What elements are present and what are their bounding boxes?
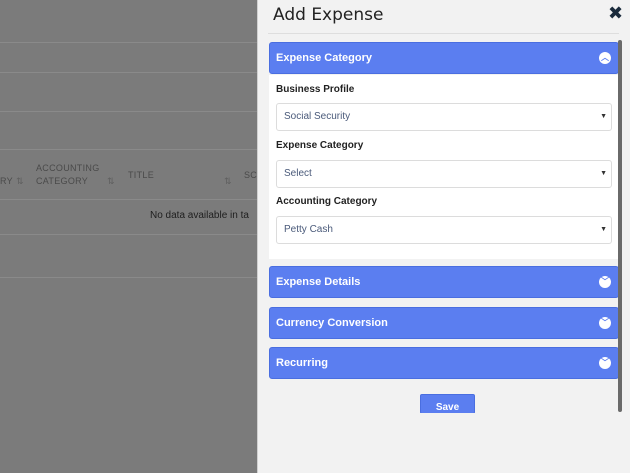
select-value: Social Security bbox=[284, 111, 351, 122]
divider bbox=[0, 111, 258, 112]
caret-down-icon: ▼ bbox=[600, 226, 607, 233]
business-profile-select[interactable]: Social Security ▼ bbox=[276, 103, 612, 131]
chevron-up-icon: ︿ bbox=[599, 52, 611, 64]
close-icon[interactable]: ✖ bbox=[608, 3, 623, 24]
section-label: Expense Category bbox=[276, 52, 372, 64]
divider bbox=[0, 149, 258, 150]
divider bbox=[0, 234, 258, 235]
divider bbox=[0, 199, 258, 200]
column-header-accounting-category[interactable]: ACCOUNTING CATEGORY bbox=[36, 162, 100, 188]
divider bbox=[0, 42, 258, 43]
select-value: Petty Cash bbox=[284, 224, 333, 235]
chevron-down-icon: ﹀ bbox=[599, 276, 611, 288]
column-header-line: CATEGORY bbox=[36, 176, 89, 186]
section-label: Currency Conversion bbox=[276, 317, 388, 329]
accounting-category-label: Accounting Category bbox=[276, 196, 378, 207]
sort-icon[interactable]: ⇅ bbox=[224, 176, 232, 187]
business-profile-label: Business Profile bbox=[276, 84, 355, 95]
scroll-clip bbox=[408, 413, 488, 421]
save-button[interactable]: Save bbox=[420, 394, 475, 414]
caret-down-icon: ▼ bbox=[600, 170, 607, 177]
scrollbar[interactable] bbox=[618, 40, 622, 412]
section-label: Recurring bbox=[276, 357, 328, 369]
section-expense-details-header[interactable]: Expense Details ﹀ bbox=[269, 266, 619, 298]
column-header-partial[interactable]: RY bbox=[0, 175, 13, 188]
column-header-line: ACCOUNTING bbox=[36, 163, 100, 173]
expense-category-label: Expense Category bbox=[276, 140, 364, 151]
chevron-down-icon: ﹀ bbox=[599, 317, 611, 329]
expense-category-select[interactable]: Select ▼ bbox=[276, 160, 612, 188]
column-header-title[interactable]: TITLE bbox=[128, 169, 154, 182]
divider bbox=[0, 72, 258, 73]
add-expense-panel: Add Expense ✖ Expense Category ︿ Busines… bbox=[257, 0, 630, 473]
empty-table-message: No data available in ta bbox=[150, 210, 249, 221]
chevron-down-icon: ﹀ bbox=[599, 357, 611, 369]
select-value: Select bbox=[284, 168, 312, 179]
sort-icon[interactable]: ⇅ bbox=[107, 176, 115, 187]
panel-title: Add Expense bbox=[273, 5, 384, 25]
section-recurring-header[interactable]: Recurring ﹀ bbox=[269, 347, 619, 379]
caret-down-icon: ▼ bbox=[600, 113, 607, 120]
section-currency-conversion-header[interactable]: Currency Conversion ﹀ bbox=[269, 307, 619, 339]
column-header-partial[interactable]: SC bbox=[244, 169, 257, 182]
section-expense-category-body: Business Profile Social Security ▼ Expen… bbox=[269, 75, 619, 259]
divider bbox=[268, 33, 619, 34]
accounting-category-select[interactable]: Petty Cash ▼ bbox=[276, 216, 612, 244]
divider bbox=[0, 277, 258, 278]
section-expense-category-header[interactable]: Expense Category ︿ bbox=[269, 42, 619, 74]
section-label: Expense Details bbox=[276, 276, 361, 288]
sort-icon[interactable]: ⇅ bbox=[16, 176, 24, 187]
